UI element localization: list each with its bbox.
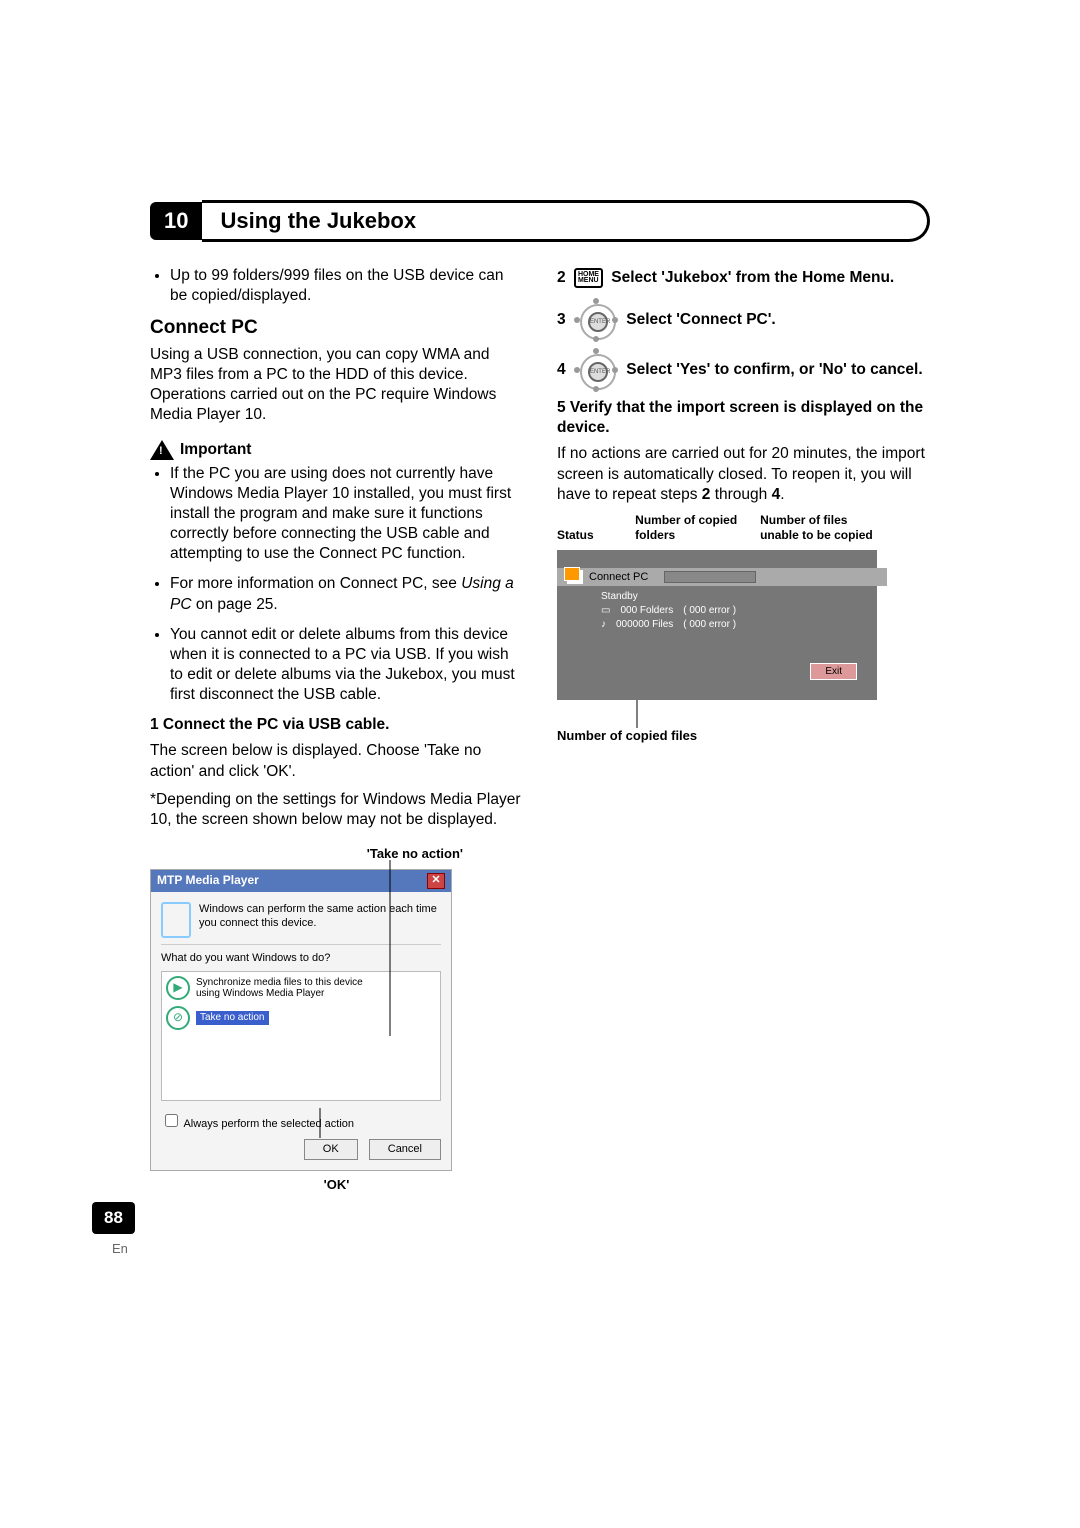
important-bullet-1: If the PC you are using does not current… [170, 464, 523, 565]
take-no-action-option[interactable]: Take no action [196, 1011, 269, 1025]
step-5-heading: 5 Verify that the import screen is displ… [557, 398, 930, 438]
important-bullet-3: You cannot edit or delete albums from th… [170, 625, 523, 706]
step-3: 3 ENTER Select 'Connect PC'. [557, 298, 930, 342]
import-screen: Connect PC Standby ▭ 000 Folders ( 000 e… [557, 550, 877, 700]
left-column: Up to 99 folders/999 files on the USB de… [150, 262, 523, 1194]
important-icon [150, 440, 174, 460]
cancel-button[interactable]: Cancel [369, 1139, 441, 1159]
files-count: 000000 Files [616, 618, 673, 631]
standby-label: Standby [601, 590, 638, 603]
sync-icon: ▶ [166, 976, 190, 1000]
windows-autoplay-dialog: MTP Media Player ✕ Windows can perform t… [150, 869, 452, 1171]
ok-callout: 'OK' [150, 1177, 523, 1194]
progress-bar [664, 571, 756, 583]
right-column: 2 HOMEMENU Select 'Jukebox' from the Hom… [557, 262, 930, 1194]
chapter-title: Using the Jukebox [202, 200, 930, 242]
important-bullet-2: For more information on Connect PC, see … [170, 574, 523, 614]
manual-page: 10 Using the Jukebox Up to 99 folders/99… [150, 200, 930, 1194]
connect-pc-heading: Connect PC [150, 316, 523, 341]
important-heading: Important [150, 440, 523, 460]
dpad-icon: ENTER [574, 298, 618, 342]
always-perform-input[interactable] [165, 1114, 178, 1127]
step-5-text: If no actions are carried out for 20 min… [557, 444, 930, 504]
connect-pc-icon [567, 570, 583, 584]
connect-pc-intro: Using a USB connection, you can copy WMA… [150, 345, 523, 426]
hdr-copied-folders: Number of copied folders [635, 513, 752, 544]
step-1-heading: 1 Connect the PC via USB cable. [150, 715, 523, 735]
dependency-note: *Depending on the settings for Windows M… [150, 790, 523, 830]
step-4: 4 ENTER Select 'Yes' to confirm, or 'No'… [557, 348, 930, 392]
take-no-action-callout: 'Take no action' [150, 846, 523, 863]
ok-button[interactable]: OK [304, 1139, 358, 1159]
chapter-heading: 10 Using the Jukebox [150, 200, 930, 242]
exit-button[interactable]: Exit [810, 663, 857, 680]
dialog-title: MTP Media Player [157, 873, 259, 889]
connect-pc-label: Connect PC [589, 570, 648, 584]
folders-error: ( 000 error ) [683, 604, 736, 617]
home-menu-icon: HOMEMENU [574, 268, 603, 287]
music-icon: ♪ [601, 618, 606, 631]
always-perform-label: Always perform the selected action [183, 1118, 354, 1130]
step-1-text: The screen below is displayed. Choose 'T… [150, 741, 523, 781]
page-number: 88 [92, 1202, 135, 1234]
noaction-icon: ⊘ [166, 1006, 190, 1030]
language-label: En [112, 1241, 128, 1256]
action-listbox[interactable]: ▶ Synchronize media files to this device… [161, 971, 441, 1101]
folder-icon: ▭ [601, 604, 610, 617]
copy-limit-note: Up to 99 folders/999 files on the USB de… [170, 266, 523, 306]
chapter-number: 10 [150, 202, 202, 240]
hdr-status: Status [557, 528, 627, 544]
dialog-prompt: What do you want Windows to do? [161, 951, 441, 965]
folders-count: 000 Folders [620, 604, 673, 617]
important-label: Important [180, 440, 251, 460]
close-icon[interactable]: ✕ [427, 873, 445, 889]
always-perform-checkbox[interactable]: Always perform the selected action [161, 1111, 441, 1131]
step-2: 2 HOMEMENU Select 'Jukebox' from the Hom… [557, 268, 930, 288]
import-screen-figure: Status Number of copied folders Number o… [557, 513, 877, 745]
sync-option[interactable]: Synchronize media files to this deviceus… [196, 977, 363, 1000]
device-icon [161, 902, 191, 938]
files-error: ( 000 error ) [683, 618, 736, 631]
dpad-icon: ENTER [574, 348, 618, 392]
copied-files-caption: Number of copied files [557, 728, 877, 745]
dialog-intro: Windows can perform the same action each… [199, 902, 441, 938]
hdr-unable: Number of files unable to be copied [760, 513, 877, 544]
